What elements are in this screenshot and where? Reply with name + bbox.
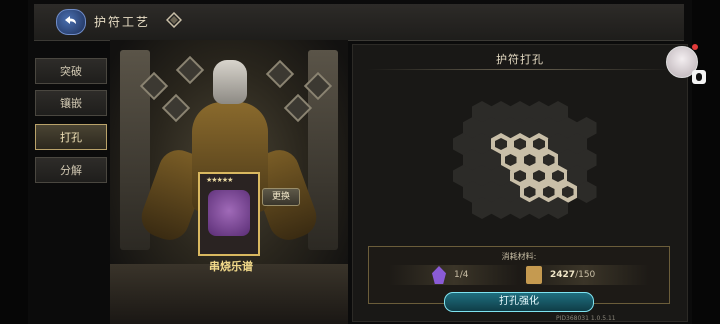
scroll-cost: 2427/150 xyxy=(550,270,595,280)
diamond-help-icon[interactable] xyxy=(166,12,182,28)
amulet-name: 串烧乐谱 xyxy=(209,260,253,273)
statue-mask xyxy=(213,60,247,104)
floating-cube xyxy=(265,59,295,89)
screen-frame-left xyxy=(0,0,28,324)
tab-inlay[interactable]: 镶嵌 xyxy=(35,90,107,116)
crystal-cost: 1/4 xyxy=(454,270,469,280)
panel-title: 护符打孔 xyxy=(496,53,544,66)
notification-dot xyxy=(692,44,698,50)
scroll-material-icon xyxy=(526,266,542,284)
back-button[interactable] xyxy=(56,9,86,35)
tab-decompose[interactable]: 分解 xyxy=(35,157,107,183)
floating-cube xyxy=(161,93,191,123)
back-arrow-icon xyxy=(65,16,76,24)
star-rating: ★★★★★ xyxy=(206,176,233,184)
floating-cube xyxy=(175,55,205,85)
scroll-cost-need: /150 xyxy=(575,270,596,280)
build-id: PID368031 1.0.5.11 xyxy=(556,315,616,322)
swap-button[interactable]: 更换 xyxy=(262,188,300,206)
tab-breakthrough[interactable]: 突破 xyxy=(35,58,107,84)
amulet-card[interactable]: ★★★★★ xyxy=(198,172,260,256)
page-title: 护符工艺 xyxy=(94,15,151,29)
cost-label: 消耗材料: xyxy=(501,252,537,261)
title-divider xyxy=(367,69,673,70)
scroll-cost-have: 2427 xyxy=(550,270,576,280)
qq-icon[interactable] xyxy=(692,70,706,84)
punch-hole-button[interactable]: 打孔强化 xyxy=(444,292,594,312)
tab-punch-hole[interactable]: 打孔 xyxy=(35,124,107,150)
amulet-scroll-icon xyxy=(208,190,250,236)
